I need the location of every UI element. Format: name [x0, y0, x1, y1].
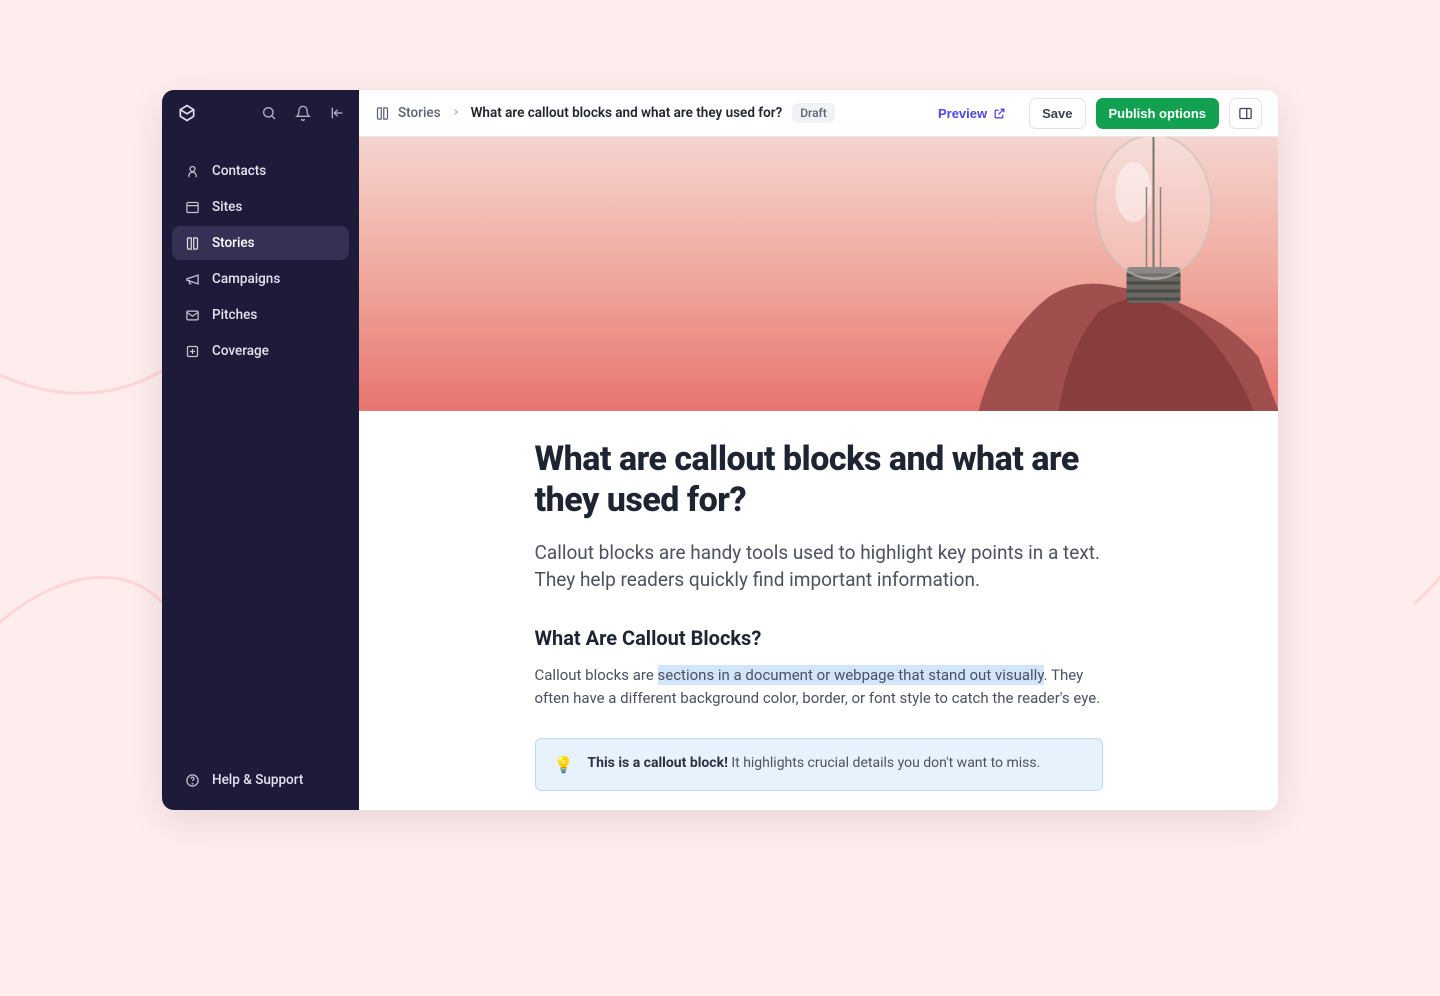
sidebar-item-stories[interactable]: Stories [172, 226, 349, 260]
app-frame: Contacts Sites Stories Campaigns [162, 90, 1278, 810]
sidebar-footer: Help & Support [162, 750, 359, 810]
main-panel: Stories What are callout blocks and what… [359, 90, 1278, 810]
article-h2: What Are Callout Blocks? [535, 626, 1103, 650]
chevron-right-icon [451, 106, 461, 120]
sidebar-item-label: Campaigns [212, 271, 280, 287]
lightbulb-emoji: 💡 [554, 755, 574, 774]
pitches-icon [184, 307, 200, 323]
help-support-link[interactable]: Help & Support [172, 764, 349, 796]
sidebar-item-label: Stories [212, 235, 255, 251]
book-icon [375, 106, 390, 121]
preview-button[interactable]: Preview [925, 98, 1019, 129]
breadcrumb-current: What are callout blocks and what are the… [471, 105, 783, 121]
app-logo[interactable] [176, 102, 198, 124]
sidebar-item-sites[interactable]: Sites [172, 190, 349, 224]
article-title: What are callout blocks and what are the… [535, 439, 1103, 521]
coverage-icon [184, 343, 200, 359]
bell-icon[interactable] [295, 105, 311, 121]
highlighted-text: sections in a document or webpage that s… [658, 665, 1044, 685]
stories-icon [184, 235, 200, 251]
campaigns-icon [184, 271, 200, 287]
topbar: Stories What are callout blocks and what… [359, 90, 1278, 137]
article-body: What are callout blocks and what are the… [535, 411, 1103, 810]
callout-text: This is a callout block! It highlights c… [587, 755, 1040, 771]
sidebar-item-label: Pitches [212, 307, 257, 323]
collapse-sidebar-icon[interactable] [329, 105, 345, 121]
sidebar-item-pitches[interactable]: Pitches [172, 298, 349, 332]
article-paragraph: Callout blocks are sections in a documen… [535, 664, 1103, 711]
sidebar-item-label: Sites [212, 199, 242, 215]
contacts-icon [184, 163, 200, 179]
article-lead: Callout blocks are handy tools used to h… [535, 539, 1103, 594]
search-icon[interactable] [261, 105, 277, 121]
breadcrumb-root[interactable]: Stories [375, 105, 441, 121]
hero-image [359, 137, 1278, 411]
sidebar-item-campaigns[interactable]: Campaigns [172, 262, 349, 296]
help-icon [184, 772, 200, 788]
sidebar-item-coverage[interactable]: Coverage [172, 334, 349, 368]
callout-block: 💡 This is a callout block! It highlights… [535, 738, 1103, 791]
sites-icon [184, 199, 200, 215]
sidebar-nav: Contacts Sites Stories Campaigns [162, 132, 359, 368]
sidebar: Contacts Sites Stories Campaigns [162, 90, 359, 810]
sidebar-item-label: Contacts [212, 163, 266, 179]
sidebar-item-label: Coverage [212, 343, 269, 359]
sidebar-top [162, 90, 359, 132]
content-area: What are callout blocks and what are the… [359, 137, 1278, 810]
publish-button[interactable]: Publish options [1096, 98, 1220, 129]
topbar-actions: Preview Save Publish options [925, 98, 1262, 129]
status-badge: Draft [792, 103, 835, 123]
external-link-icon [993, 107, 1006, 120]
panel-toggle-button[interactable] [1229, 98, 1262, 129]
save-button[interactable]: Save [1029, 98, 1085, 129]
breadcrumb: Stories What are callout blocks and what… [375, 103, 835, 123]
help-support-label: Help & Support [212, 772, 303, 788]
sidebar-item-contacts[interactable]: Contacts [172, 154, 349, 188]
panel-icon [1238, 106, 1253, 121]
